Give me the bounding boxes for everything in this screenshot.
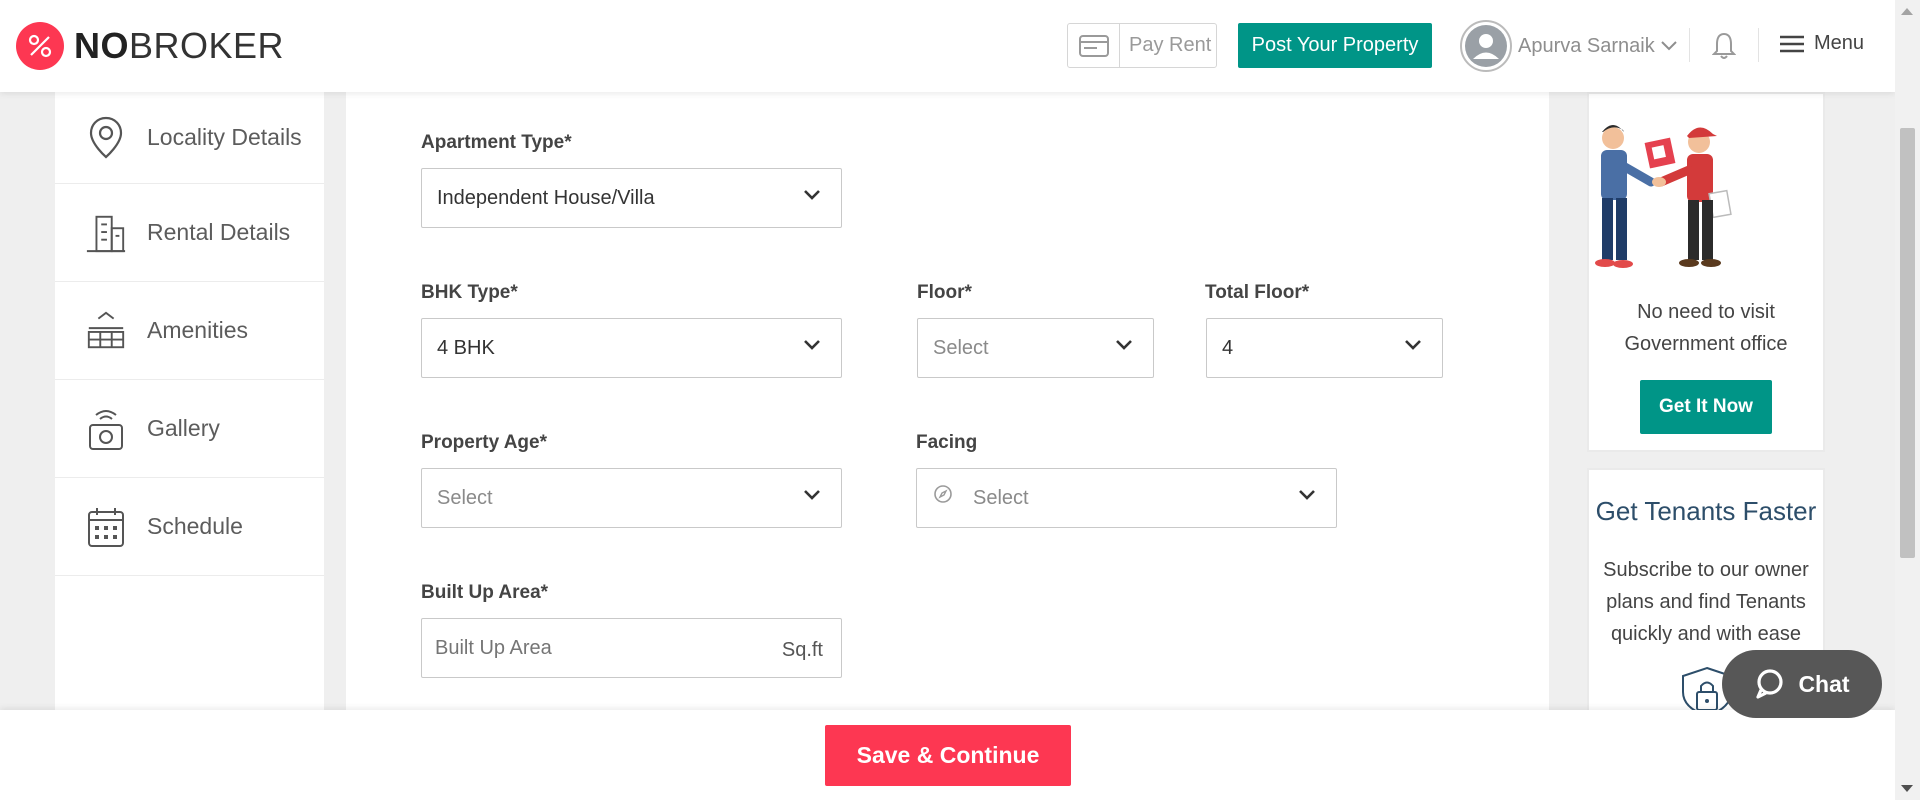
- tenants-description: Subscribe to our owner plans and find Te…: [1589, 554, 1823, 650]
- logo-text-bold: NO: [74, 25, 129, 66]
- chevron-down-icon: [804, 490, 820, 500]
- header-divider: [1758, 28, 1759, 62]
- bhk-type-select[interactable]: 4 BHK: [421, 318, 842, 378]
- pay-rent-button[interactable]: Pay Rent: [1067, 23, 1217, 68]
- post-your-property-button[interactable]: Post Your Property: [1238, 23, 1432, 68]
- property-age-value: Select: [437, 486, 493, 509]
- sqft-unit: Sq.ft: [781, 639, 823, 661]
- tenants-title: Get Tenants Faster: [1595, 496, 1817, 526]
- sidebar-item-gallery[interactable]: Gallery: [55, 380, 324, 478]
- promo-visit-text: No need to visit Government office: [1589, 296, 1823, 360]
- logo-text-rest: BROKER: [129, 25, 285, 66]
- chat-label: Chat: [1798, 670, 1850, 697]
- chat-button[interactable]: Chat: [1722, 650, 1882, 718]
- bhk-type-value: 4 BHK: [437, 336, 495, 359]
- calendar-icon: [85, 504, 127, 550]
- property-age-select[interactable]: Select: [421, 468, 842, 528]
- get-it-now-button[interactable]: Get It Now: [1640, 380, 1772, 434]
- sidebar-item-locality-details[interactable]: Locality Details: [55, 92, 324, 184]
- scroll-thumb[interactable]: [1900, 128, 1915, 558]
- chevron-down-icon: [804, 190, 820, 200]
- notification-bell-icon[interactable]: [1711, 32, 1737, 65]
- sidebar-item-schedule[interactable]: Schedule: [55, 478, 324, 576]
- bottom-action-bar: Save & Continue: [0, 710, 1895, 800]
- apartment-type-value: Independent House/Villa: [437, 186, 655, 209]
- pay-rent-label: Pay Rent: [1129, 34, 1212, 56]
- page-scrollbar[interactable]: [1895, 0, 1920, 800]
- floor-select[interactable]: Select: [917, 318, 1154, 378]
- step-sidebar: Locality Details Rental Details Amenitie…: [55, 92, 324, 712]
- government-office-promo-card: No need to visit Government office Get I…: [1587, 92, 1825, 452]
- sidebar-item-label: Schedule: [147, 513, 243, 539]
- built-up-area-field[interactable]: Sq.ft: [421, 618, 842, 678]
- promo-visit-line2: Government office: [1624, 333, 1788, 355]
- chat-bubble-icon: [1756, 669, 1784, 699]
- logo-wordmark: NOBROKER: [74, 25, 284, 67]
- bhk-type-label: BHK Type*: [421, 282, 518, 303]
- facing-label: Facing: [916, 432, 978, 453]
- tenants-line2: plans and find Tenants: [1606, 591, 1806, 613]
- sidebar-item-label: Locality Details: [147, 124, 302, 150]
- sidebar-item-rental-details[interactable]: Rental Details: [55, 184, 324, 282]
- top-header: NOBROKER Pay Rent Post Your Property Apu…: [0, 0, 1895, 92]
- header-divider: [1689, 28, 1690, 62]
- chevron-down-icon: [1299, 490, 1315, 500]
- apartment-type-select[interactable]: Independent House/Villa: [421, 168, 842, 228]
- property-details-form: Apartment Type* Independent House/Villa …: [346, 92, 1549, 712]
- credit-card-icon: [1068, 24, 1120, 67]
- chevron-down-icon: [1405, 340, 1421, 350]
- chevron-down-icon: [804, 340, 820, 350]
- sidebar-item-amenities[interactable]: Amenities: [55, 282, 324, 380]
- nobroker-logo[interactable]: NOBROKER: [16, 22, 284, 70]
- hamburger-icon: [1780, 35, 1804, 52]
- menu-button[interactable]: Menu: [1780, 32, 1864, 55]
- scroll-down-arrow-icon[interactable]: [1901, 785, 1913, 792]
- user-name: Apurva Sarnaik: [1518, 34, 1655, 57]
- user-menu[interactable]: Apurva Sarnaik: [1460, 20, 1677, 72]
- sidebar-item-label: Amenities: [147, 317, 248, 343]
- avatar: [1460, 20, 1512, 72]
- scroll-up-arrow-icon[interactable]: [1901, 8, 1913, 15]
- camera-icon: [85, 406, 127, 452]
- total-floor-select[interactable]: 4: [1206, 318, 1443, 378]
- facing-select[interactable]: Select: [916, 468, 1337, 528]
- compass-icon: [934, 485, 952, 503]
- floor-label: Floor*: [917, 282, 972, 303]
- location-pin-icon: [85, 115, 127, 161]
- chevron-down-icon: [1116, 340, 1132, 350]
- save-and-continue-button[interactable]: Save & Continue: [825, 725, 1071, 786]
- sidebar-item-label: Rental Details: [147, 219, 291, 245]
- promo-column: No need to visit Government office Get I…: [1571, 92, 1841, 728]
- menu-label: Menu: [1814, 32, 1865, 54]
- amenities-icon: [85, 308, 127, 354]
- apartment-type-label: Apartment Type*: [421, 132, 572, 153]
- promo-visit-line1: No need to visit: [1637, 301, 1775, 323]
- floor-value: Select: [933, 336, 989, 359]
- facing-value: Select: [973, 486, 1029, 509]
- sidebar-item-label: Gallery: [147, 415, 220, 441]
- built-up-area-label: Built Up Area*: [421, 582, 549, 603]
- total-floor-label: Total Floor*: [1205, 282, 1310, 303]
- built-up-area-input[interactable]: [422, 621, 752, 675]
- tenants-line3: quickly and with ease: [1610, 623, 1802, 645]
- total-floor-value: 4: [1222, 336, 1234, 359]
- logo-mark-icon: [16, 22, 64, 70]
- building-icon: [85, 210, 127, 256]
- tenants-line1: Subscribe to our owner: [1603, 559, 1809, 581]
- handshake-illustration-icon: [1589, 112, 1749, 282]
- chevron-down-icon: [1661, 41, 1677, 51]
- property-age-label: Property Age*: [421, 432, 547, 453]
